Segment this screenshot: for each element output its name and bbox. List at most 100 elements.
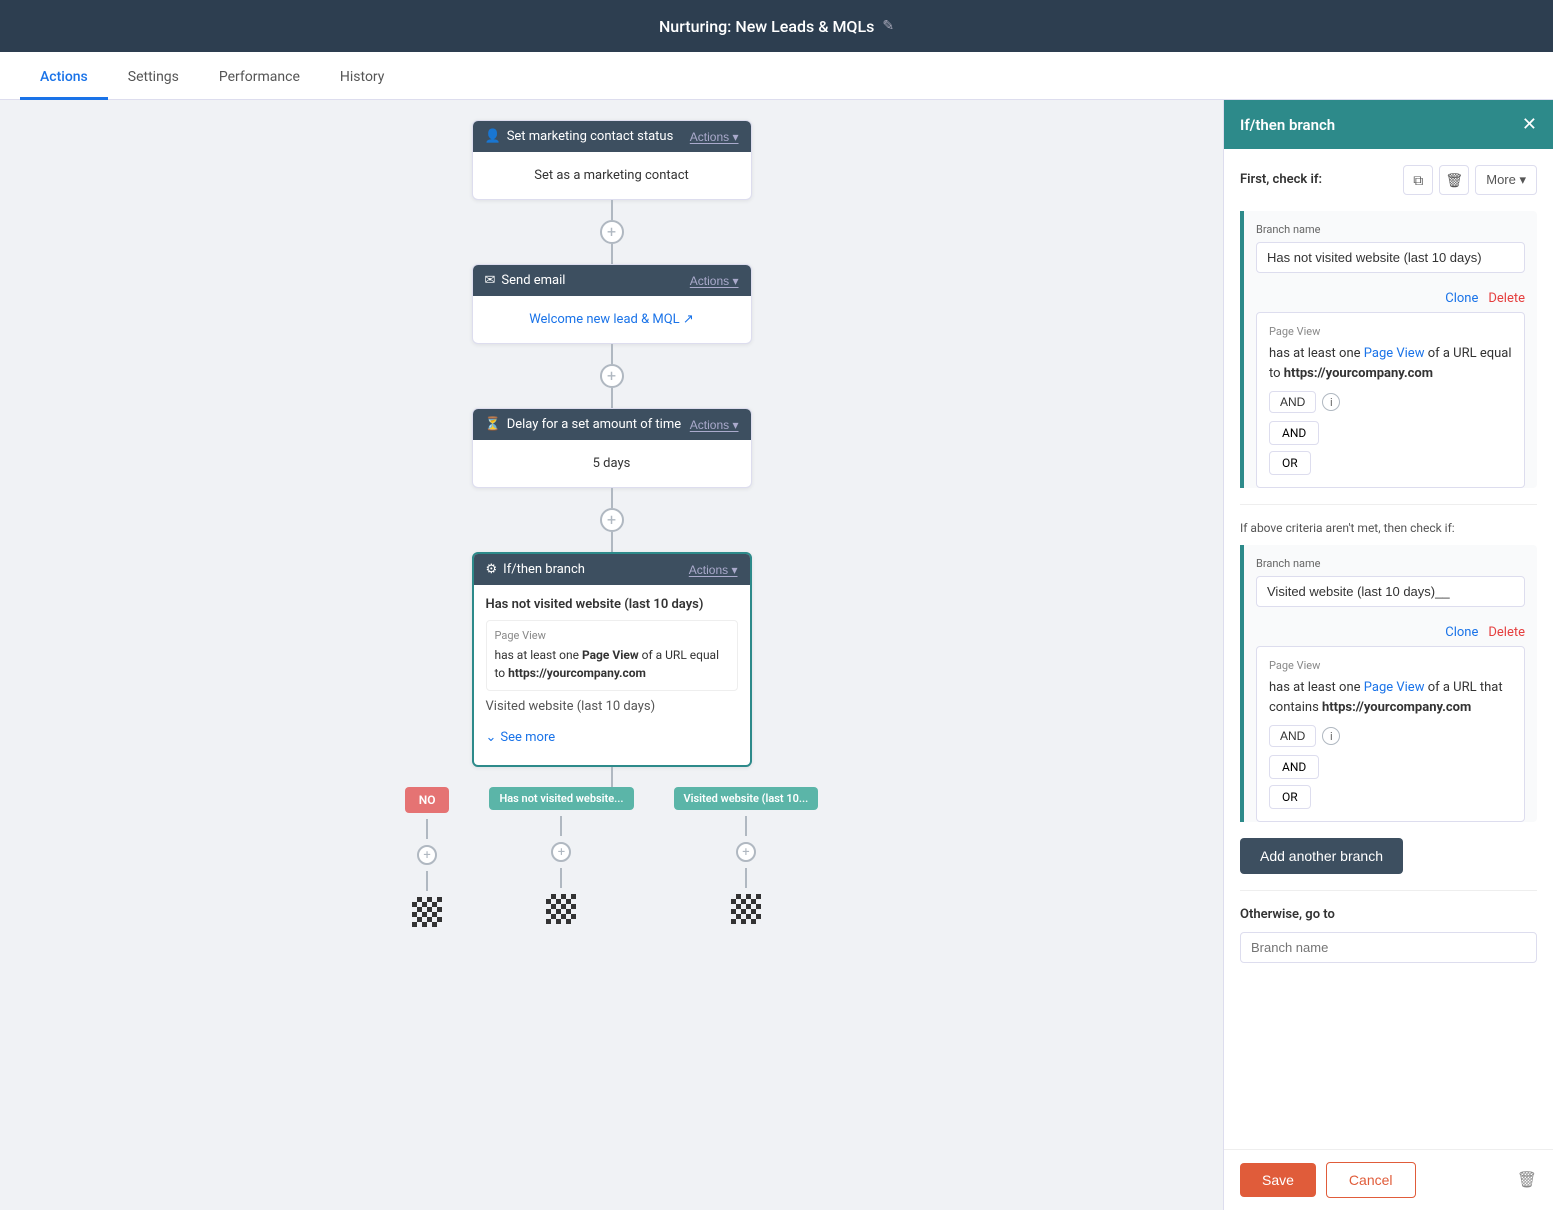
branch2-label: Visited website (last 10 days) [486, 699, 738, 714]
edit-title-icon[interactable]: ✎ [882, 18, 894, 34]
connector-line-1b [611, 244, 613, 264]
branch1-filter-row: AND i [1269, 391, 1512, 413]
no-connector-line [426, 819, 428, 839]
branch1-clone-link[interactable]: Clone [1445, 291, 1478, 306]
cancel-btn[interactable]: Cancel [1326, 1162, 1416, 1198]
workflow-title: Nurturing: New Leads & MQLs [659, 17, 874, 36]
add-step-btn-1[interactable]: + [600, 220, 624, 244]
branch-icon: ⚙ [486, 562, 498, 577]
branch-has-not: Has not visited website... + [489, 787, 633, 924]
branch2-block-inner: Branch name [1244, 545, 1537, 619]
branch2-info-icon[interactable]: i [1322, 727, 1340, 745]
criteria-body-text: has at least one Page View of a URL equa… [495, 646, 729, 682]
branch-visited-label: Visited website (last 10... [674, 787, 819, 810]
step-if-then-header-left: ⚙ If/then branch [486, 562, 585, 577]
branch-visited: Visited website (last 10... + [674, 787, 819, 924]
panel-toolbar: ⧉ 🗑 More ▾ [1403, 165, 1537, 195]
branch2-criteria-box: Page View has at least one Page View of … [1256, 646, 1525, 822]
top-header: Nurturing: New Leads & MQLs ✎ [0, 0, 1553, 52]
footer-trash-btn[interactable]: 🗑 [1517, 1170, 1537, 1190]
step-send-email-label: Send email [501, 273, 565, 288]
branch2-and-filter-btn[interactable]: AND [1269, 725, 1316, 747]
tab-settings[interactable]: Settings [108, 57, 199, 100]
copy-btn[interactable]: ⧉ [1403, 165, 1433, 195]
no-add-btn[interactable]: + [417, 845, 437, 865]
branch1-criteria-text: has at least one Page View of a URL equa… [1269, 344, 1512, 383]
tab-actions[interactable]: Actions [20, 57, 108, 100]
branch2-name-input[interactable] [1256, 576, 1525, 607]
connector-line-1 [611, 200, 613, 220]
connector-1: + [600, 200, 624, 264]
branch1-criteria-title: Page View [1269, 325, 1512, 338]
branch2-clone-link[interactable]: Clone [1445, 625, 1478, 640]
otherwise-name-input[interactable] [1240, 932, 1537, 963]
branch1-name-input[interactable] [1256, 242, 1525, 273]
connector-4 [611, 767, 613, 787]
step-delay-body: 5 days [473, 440, 751, 487]
branch-no: NO + [405, 787, 450, 927]
second-check-label: If above criteria aren't met, then check… [1240, 521, 1537, 535]
step-delay-header: ⏳ Delay for a set amount of time Actions… [473, 409, 751, 440]
step-set-marketing-body: Set as a marketing contact [473, 152, 751, 199]
connector-line-3b [611, 532, 613, 552]
connector-line-2b [611, 388, 613, 408]
branch1-info-icon[interactable]: i [1322, 393, 1340, 411]
save-btn[interactable]: Save [1240, 1163, 1316, 1197]
has-not-connector-line [560, 816, 562, 836]
branch1-name-label: Branch name [1256, 223, 1525, 236]
visited-connector-line-2 [745, 868, 747, 888]
branch1-criteria: Page View has at least one Page View of … [486, 620, 738, 691]
trash-toolbar-btn[interactable]: 🗑 [1439, 165, 1469, 195]
has-not-end-marker [546, 894, 576, 924]
tab-bar: Actions Settings Performance History [0, 52, 1553, 100]
branch-has-not-label: Has not visited website... [489, 787, 633, 810]
has-not-add-btn[interactable]: + [551, 842, 571, 862]
branch2-criteria-text: has at least one Page View of a URL that… [1269, 678, 1512, 717]
panel-footer: Save Cancel 🗑 [1224, 1149, 1553, 1210]
add-branch-btn[interactable]: Add another branch [1240, 838, 1403, 874]
step-set-marketing-header: 👤 Set marketing contact status Actions ▾ [473, 121, 751, 152]
connector-line-2 [611, 344, 613, 364]
step-if-then-actions-btn[interactable]: Actions ▾ [689, 563, 738, 577]
branch2-delete-link[interactable]: Delete [1488, 625, 1525, 640]
visited-connector-line [745, 816, 747, 836]
step-send-email-body: Welcome new lead & MQL ↗ [473, 296, 751, 343]
panel-title: If/then branch [1240, 116, 1335, 134]
right-panel: If/then branch ✕ First, check if: ⧉ 🗑 Mo… [1223, 100, 1553, 1210]
tab-history[interactable]: History [320, 57, 405, 100]
branch2-or-btn[interactable]: OR [1269, 785, 1311, 809]
step-set-marketing-actions-btn[interactable]: Actions ▾ [690, 130, 739, 144]
panel-body: First, check if: ⧉ 🗑 More ▾ Branch name … [1224, 149, 1553, 1149]
branch1-and-filter-btn[interactable]: AND [1269, 391, 1316, 413]
branch2-actions-row: Clone Delete [1244, 619, 1537, 646]
branch1-and-btn[interactable]: AND [1269, 421, 1319, 445]
branch1-label: Has not visited website (last 10 days) [486, 597, 738, 612]
step-if-then-label: If/then branch [503, 562, 585, 577]
branch1-or-btn[interactable]: OR [1269, 451, 1311, 475]
visited-add-btn[interactable]: + [736, 842, 756, 862]
connector-3: + [600, 488, 624, 552]
no-end-marker [412, 897, 442, 927]
email-link[interactable]: Welcome new lead & MQL ↗ [529, 312, 694, 327]
branch1-block: Branch name Clone Delete Page View has a… [1240, 211, 1537, 488]
step-if-then-body: Has not visited website (last 10 days) P… [474, 585, 750, 765]
panel-close-btn[interactable]: ✕ [1522, 114, 1537, 135]
email-icon: ✉ [485, 273, 496, 288]
otherwise-label: Otherwise, go to [1240, 907, 1537, 922]
see-more-link[interactable]: ⌄ See more [486, 722, 738, 753]
branch1-block-inner: Branch name [1244, 211, 1537, 285]
tab-performance[interactable]: Performance [199, 57, 320, 100]
workflow-title-bar: Nurturing: New Leads & MQLs ✎ [659, 17, 894, 36]
branch1-delete-link[interactable]: Delete [1488, 291, 1525, 306]
connector-2: + [600, 344, 624, 408]
add-step-btn-2[interactable]: + [600, 364, 624, 388]
connector-line-3 [611, 488, 613, 508]
add-step-btn-3[interactable]: + [600, 508, 624, 532]
branch2-and-btn[interactable]: AND [1269, 755, 1319, 779]
more-btn[interactable]: More ▾ [1475, 165, 1537, 195]
branch1-criteria-box: Page View has at least one Page View of … [1256, 312, 1525, 488]
step-delay-actions-btn[interactable]: Actions ▾ [690, 418, 739, 432]
branch2-block: Branch name Clone Delete Page View has a… [1240, 545, 1537, 822]
step-send-email-actions-btn[interactable]: Actions ▾ [690, 274, 739, 288]
step-delay: ⏳ Delay for a set amount of time Actions… [472, 408, 752, 488]
